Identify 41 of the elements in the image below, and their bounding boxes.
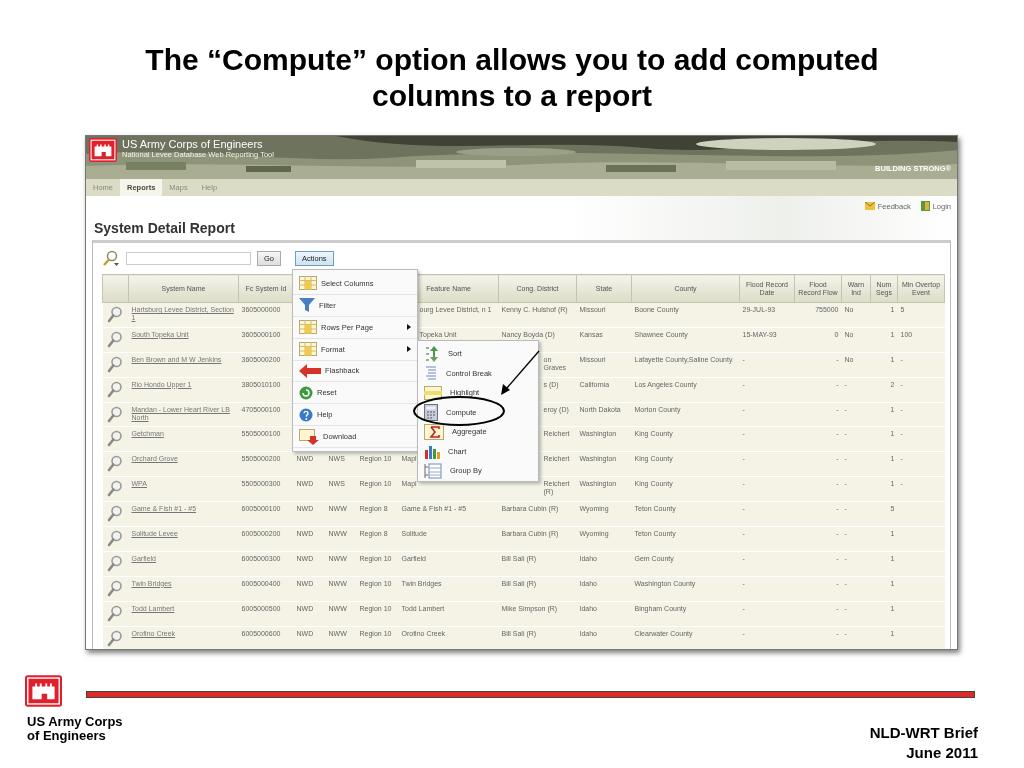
magnifier-icon bbox=[106, 579, 123, 597]
magnifier-icon bbox=[106, 455, 123, 473]
table-icon bbox=[299, 342, 317, 357]
magnifier-icon bbox=[106, 480, 123, 498]
funnel-icon bbox=[299, 297, 315, 314]
site-title: US Army Corps of Engineers bbox=[122, 138, 264, 150]
magnifier-icon bbox=[106, 530, 123, 547]
table-icon bbox=[299, 320, 317, 335]
download-icon bbox=[299, 428, 319, 445]
envelope-icon bbox=[864, 202, 875, 210]
help-icon bbox=[299, 407, 313, 422]
castle-logo-icon bbox=[89, 138, 117, 162]
report-title: System Detail Report bbox=[94, 220, 235, 236]
back-arrow-icon bbox=[299, 363, 321, 378]
table-icon bbox=[299, 276, 317, 291]
sigma-icon bbox=[424, 423, 444, 440]
magnifier-icon bbox=[106, 306, 123, 323]
magnifier-icon bbox=[106, 355, 123, 373]
grouped-list-icon bbox=[424, 462, 442, 479]
magnifier-icon bbox=[106, 554, 123, 572]
brief-title: NLD-WRT Brief bbox=[869, 723, 978, 743]
annotation-arrow bbox=[501, 350, 540, 395]
search-field[interactable] bbox=[126, 252, 251, 265]
door-icon bbox=[920, 201, 930, 211]
sort-icon bbox=[424, 345, 440, 362]
brief-date: June 2011 bbox=[906, 743, 978, 763]
organization-name: US Army Corps of Engineers bbox=[27, 715, 124, 743]
reset-icon bbox=[299, 385, 313, 400]
calculator-icon bbox=[424, 403, 438, 421]
magnifier-icon bbox=[106, 405, 123, 423]
magnifier-icon bbox=[106, 604, 123, 622]
magnifier-icon bbox=[106, 430, 123, 448]
bar-chart-icon bbox=[424, 443, 440, 460]
list-icon bbox=[424, 365, 438, 382]
table-icon bbox=[424, 385, 442, 400]
search-icon[interactable] bbox=[102, 250, 120, 267]
castle-logo-icon bbox=[25, 675, 62, 707]
magnifier-icon bbox=[106, 505, 123, 523]
magnifier-icon bbox=[106, 330, 123, 348]
slide-title: The “Compute” option allows you to add computed columns to a report bbox=[144, 42, 880, 114]
magnifier-icon bbox=[106, 380, 123, 398]
